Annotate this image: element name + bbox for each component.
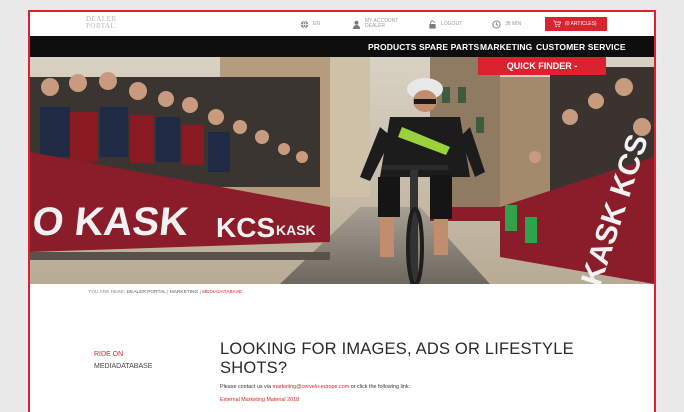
browser-page: DEALER PORTAL EN MY ACCOUNT DEALER LOGOU… [28, 10, 656, 412]
content-area: RIDE ON MEDIADATABASE LOOKING FOR IMAGES… [30, 302, 654, 412]
logout-link[interactable]: LOGOUT [428, 17, 462, 31]
account-sub: DEALER [365, 23, 386, 29]
cart-label: (0 ARTICLES) [565, 21, 597, 27]
sidebar-item-mediadatabase[interactable]: MEDIADATABASE [94, 363, 152, 370]
session-timer: 38 MIN [492, 17, 521, 31]
sidebar-item-ride-on[interactable]: RIDE ON [94, 351, 152, 358]
cart-button[interactable]: (0 ARTICLES) [545, 17, 607, 31]
banner-text-left: O KASK [30, 200, 190, 244]
main-navigation: PRODUCTS SPARE PARTS MARKETING CUSTOMER … [30, 36, 654, 57]
email-link[interactable]: marketing@cervelo-europe.com [272, 384, 349, 390]
breadcrumb-separator: | [199, 290, 201, 295]
nav-marketing[interactable]: MARKETING [480, 42, 532, 52]
user-icon [352, 20, 361, 29]
nav-products[interactable]: PRODUCTS [368, 42, 417, 52]
contact-prefix: Please contact us via [220, 384, 271, 390]
breadcrumb: YOU ARE HERE: DEALER PORTAL | MARKETING … [88, 290, 242, 295]
nav-customer-service[interactable]: CUSTOMER SERVICE [536, 42, 626, 52]
logo-line-2: PORTAL [86, 22, 116, 30]
hero-image: O KASK KCS KASK KASK KCS [30, 57, 654, 284]
quick-finder-button[interactable]: QUICK FINDER - [478, 57, 606, 75]
breadcrumb-mediadatabase: MEDIADATABASE [202, 290, 243, 295]
language-selector[interactable]: EN [300, 17, 320, 31]
breadcrumb-prefix: YOU ARE HERE: [88, 290, 126, 295]
language-label: EN [313, 20, 320, 27]
clock-icon [492, 19, 501, 29]
cart-icon [553, 20, 561, 28]
breadcrumb-marketing[interactable]: MARKETING [170, 290, 199, 295]
globe-icon [300, 20, 309, 28]
sidebar-nav: RIDE ON MEDIADATABASE [94, 351, 152, 370]
logout-label: LOGOUT [441, 20, 463, 27]
utility-bar: DEALER PORTAL EN MY ACCOUNT DEALER LOGOU… [30, 12, 654, 36]
dealer-portal-logo[interactable]: DEALER PORTAL [86, 16, 126, 30]
banner-text-mid2: KASK [276, 222, 316, 238]
external-marketing-link[interactable]: External Marketing Material 2018 [220, 397, 299, 403]
my-account-label: MY ACCOUNT DEALER [365, 19, 398, 29]
breadcrumb-separator: | [167, 290, 169, 295]
breadcrumb-dealer-portal[interactable]: DEALER PORTAL [127, 290, 166, 295]
cyclist-photo: O KASK KCS KASK KASK KCS [30, 57, 654, 284]
banner-text-mid1: KCS [216, 212, 275, 243]
nav-spare-parts[interactable]: SPARE PARTS [419, 42, 479, 52]
my-account-link[interactable]: MY ACCOUNT DEALER [352, 17, 398, 31]
timer-label: 38 MIN [505, 20, 522, 27]
contact-text: Please contact us via marketing@cervelo-… [220, 384, 410, 390]
page-title: LOOKING FOR IMAGES, ADS OR LIFESTYLE SHO… [220, 340, 574, 377]
contact-suffix: or click the following link: [350, 384, 411, 390]
padlock-icon [429, 19, 436, 29]
